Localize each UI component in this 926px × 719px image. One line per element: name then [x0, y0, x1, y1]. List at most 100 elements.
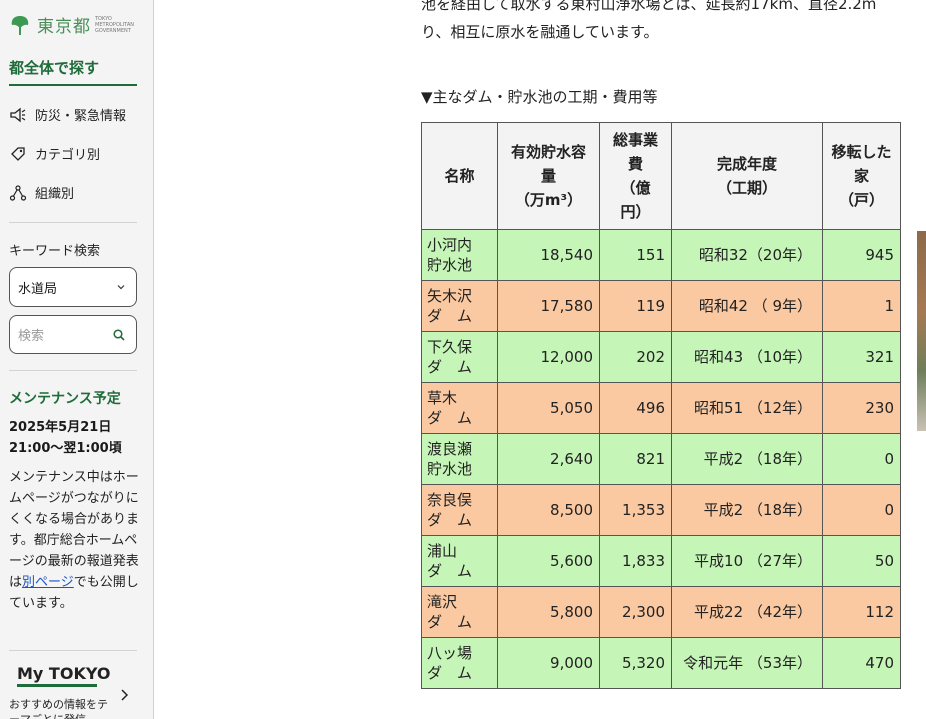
table-row: 奈良俣ダ ム 8,500 1,353 平成2 （18年） 0: [421, 484, 901, 536]
search-placeholder: 検索: [18, 329, 45, 344]
tag-icon: [11, 146, 25, 161]
ginkgo-logo-icon: [11, 15, 29, 35]
maintenance-date: 2025年5月21日 21:00〜翌1:00頃: [9, 417, 144, 459]
logo-text: 東京都: [37, 17, 91, 37]
cell-houses: 230: [822, 382, 901, 434]
maintenance-body: メンテナンス中はホームページがつながりにくくなる場合があります。都庁総合ホームペ…: [9, 467, 139, 614]
keyword-search-label: キーワード検索: [9, 244, 101, 259]
cell-name: 八ッ場ダ ム: [421, 637, 498, 689]
cell-houses: 321: [822, 331, 901, 383]
nav-item-disaster[interactable]: 防災・緊急情報: [9, 105, 126, 124]
cell-houses: 50: [822, 535, 901, 587]
cell-cost: 5,320: [599, 637, 672, 689]
dam-table: 名称 有効貯水容量（万m³） 総事業費（億 円） 完成年度 （工期） 移転した家（戸…: [421, 122, 901, 689]
cell-year: 平成2 （18年）: [671, 433, 823, 485]
logo-subtext: TOKYO METROPOLITAN GOVERNMENT: [95, 15, 134, 34]
table-row: 草木ダ ム 5,050 496 昭和51 （12年） 230: [421, 382, 901, 434]
nav-item-organization[interactable]: 組織別: [9, 183, 74, 202]
cell-cost: 821: [599, 433, 672, 485]
cell-year: 平成2 （18年）: [671, 484, 823, 536]
cell-cost: 119: [599, 280, 672, 332]
table-caption: ▼主なダム・貯水池の工期・費用等: [421, 88, 658, 106]
table-row: 矢木沢ダ ム 17,580 119 昭和42 （ 9年） 1: [421, 280, 901, 332]
cell-capacity: 5,600: [497, 535, 600, 587]
cell-name: 矢木沢ダ ム: [421, 280, 498, 332]
mytokyo-banner[interactable]: My TOKYO おすすめの情報をテーマごとに発信: [9, 664, 139, 719]
chevron-down-icon: [117, 285, 125, 290]
intro-paragraph: 池を経由して取水する東村山浄水場とは、延長約17km、直径2.2m り、相互に原…: [421, 0, 926, 46]
bureau-select[interactable]: 水道局: [9, 267, 137, 307]
cell-year: 平成10 （27年）: [671, 535, 823, 587]
search-input[interactable]: 検索: [9, 315, 137, 354]
chevron-right-icon: [121, 689, 129, 701]
divider: [9, 370, 137, 371]
header-name: 名称: [421, 122, 498, 230]
sidebar: 東京都 TOKYO METROPOLITAN GOVERNMENT 都全体で探す…: [0, 0, 154, 719]
cell-name: 下久保ダ ム: [421, 331, 498, 383]
mytokyo-underline: [17, 684, 97, 687]
cell-houses: 1: [822, 280, 901, 332]
megaphone-icon: [10, 107, 26, 122]
maintenance-body-text: メンテナンス中はホームページがつながりにくくなる場合があります。都庁総合ホームペ…: [9, 470, 140, 590]
cell-capacity: 18,540: [497, 229, 600, 281]
section-title: 都全体で探す: [9, 57, 137, 86]
cell-year: 昭和32（20年）: [671, 229, 823, 281]
header-cost: 総事業費（億 円）: [599, 122, 672, 230]
cell-name: 滝沢ダ ム: [421, 586, 498, 638]
intro-line: り、相互に原水を融通しています。: [421, 23, 659, 41]
mytokyo-logo: My TOKYO: [17, 664, 111, 683]
another-page-link[interactable]: 別ページ: [22, 575, 74, 590]
cell-capacity: 2,640: [497, 433, 600, 485]
header-capacity: 有効貯水容量（万m³）: [497, 122, 600, 230]
maintenance-title: メンテナンス予定: [9, 391, 121, 407]
cell-houses: 0: [822, 484, 901, 536]
cell-year: 昭和43 （10年）: [671, 331, 823, 383]
cell-houses: 470: [822, 637, 901, 689]
cell-name: 奈良俣ダ ム: [421, 484, 498, 536]
search-icon[interactable]: [112, 328, 126, 342]
mytokyo-text: おすすめの情報をテーマごとに発信: [9, 698, 108, 719]
table-row: 八ッ場ダ ム 9,000 5,320 令和元年 （53年） 470: [421, 637, 901, 689]
cell-capacity: 5,050: [497, 382, 600, 434]
cell-year: 昭和51 （12年）: [671, 382, 823, 434]
table-row: 下久保ダ ム 12,000 202 昭和43 （10年） 321: [421, 331, 901, 383]
nav-label-organization: 組織別: [35, 187, 75, 202]
cell-capacity: 5,800: [497, 586, 600, 638]
cell-name: 浦山ダ ム: [421, 535, 498, 587]
cell-cost: 2,300: [599, 586, 672, 638]
cell-name: 草木ダ ム: [421, 382, 498, 434]
table-row: 浦山ダ ム 5,600 1,833 平成10 （27年） 50: [421, 535, 901, 587]
cell-year: 令和元年 （53年）: [671, 637, 823, 689]
cell-name: 渡良瀬 貯水池: [421, 433, 498, 485]
cell-capacity: 9,000: [497, 637, 600, 689]
cell-cost: 202: [599, 331, 672, 383]
cell-cost: 1,833: [599, 535, 672, 587]
cell-year: 平成22 （42年）: [671, 586, 823, 638]
nav-label-disaster: 防災・緊急情報: [35, 109, 127, 124]
nav-item-category[interactable]: カテゴリ別: [9, 144, 100, 163]
dam-photo: [917, 231, 926, 431]
header-year: 完成年度 （工期）: [671, 122, 823, 230]
tokyo-logo[interactable]: 東京都 TOKYO METROPOLITAN GOVERNMENT: [9, 12, 135, 37]
table-row: 渡良瀬 貯水池 2,640 821 平成2 （18年） 0: [421, 433, 901, 485]
divider: [9, 222, 137, 223]
org-chart-icon: [9, 184, 27, 201]
cell-houses: 945: [822, 229, 901, 281]
divider: [9, 650, 137, 651]
cell-cost: 1,353: [599, 484, 672, 536]
maintenance-date-line2: 21:00〜翌1:00頃: [9, 441, 122, 456]
cell-name: 小河内 貯水池: [421, 229, 498, 281]
cell-houses: 0: [822, 433, 901, 485]
intro-line: 池を経由して取水する東村山浄水場とは、延長約17km、直径2.2m: [421, 0, 877, 13]
cell-capacity: 8,500: [497, 484, 600, 536]
cell-year: 昭和42 （ 9年）: [671, 280, 823, 332]
cell-houses: 112: [822, 586, 901, 638]
header-houses: 移転した家（戸）: [822, 122, 901, 230]
bureau-select-value: 水道局: [18, 281, 58, 297]
nav-label-category: カテゴリ別: [35, 148, 101, 163]
maintenance-date-line1: 2025年5月21日: [9, 420, 112, 435]
cell-cost: 496: [599, 382, 672, 434]
table-header-row: 名称 有効貯水容量（万m³） 総事業費（億 円） 完成年度 （工期） 移転した家（戸…: [421, 122, 901, 230]
cell-capacity: 17,580: [497, 280, 600, 332]
table-row: 滝沢ダ ム 5,800 2,300 平成22 （42年） 112: [421, 586, 901, 638]
